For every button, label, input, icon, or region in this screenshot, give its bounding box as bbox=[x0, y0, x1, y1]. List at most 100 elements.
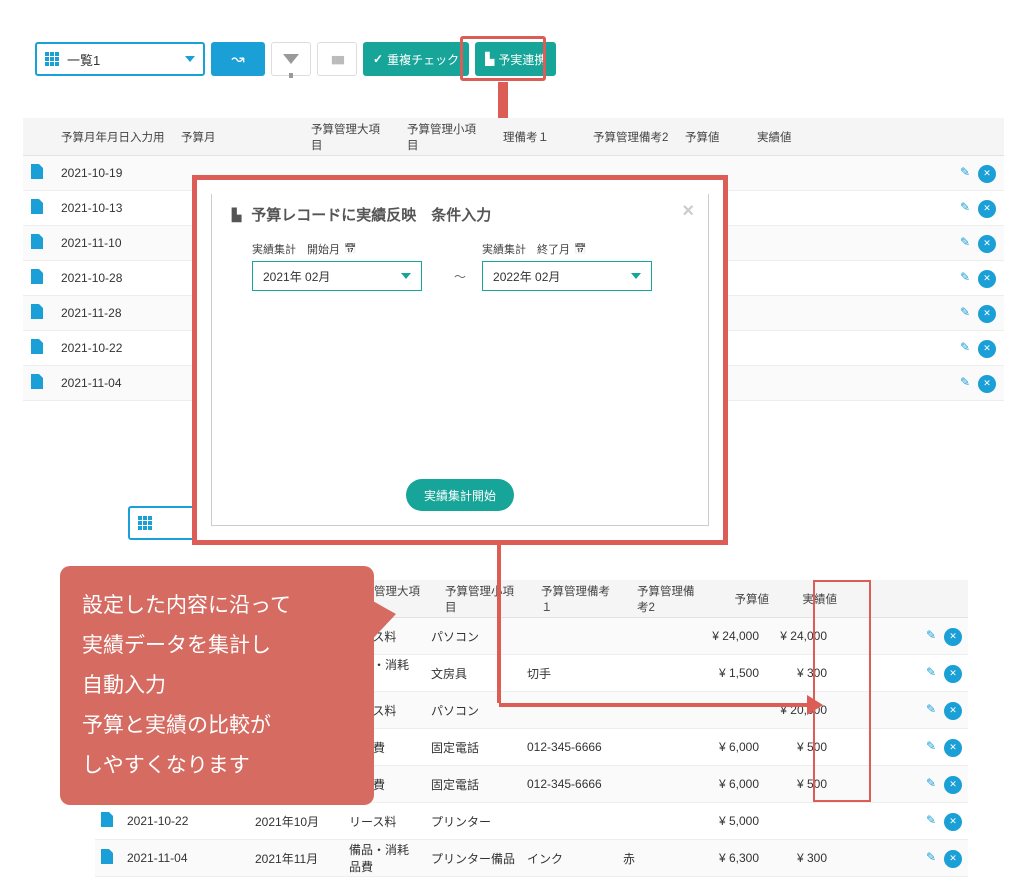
chart-toggle-button[interactable] bbox=[211, 42, 265, 76]
edit-icon[interactable] bbox=[956, 233, 974, 251]
cell-date: 2021-10-22 bbox=[121, 814, 249, 828]
table-row[interactable]: 2021-10-222021年10月リース料プリンター¥ 5,000 bbox=[95, 803, 968, 840]
col-budget: 予算値 bbox=[709, 591, 777, 607]
edit-icon[interactable] bbox=[922, 811, 940, 829]
cell-budget: ¥ 24,000 bbox=[697, 629, 765, 643]
edit-icon[interactable] bbox=[956, 163, 974, 181]
edit-icon[interactable] bbox=[922, 737, 940, 755]
view-selector-2[interactable] bbox=[128, 506, 198, 540]
col-note1: 理備考１ bbox=[495, 129, 585, 145]
cell-date: 2021-10-13 bbox=[53, 201, 173, 215]
document-icon bbox=[31, 234, 43, 249]
cell-note1: 012-345-6666 bbox=[521, 777, 617, 791]
cell-minor: 固定電話 bbox=[425, 776, 521, 793]
cell-actual: ¥ 300 bbox=[765, 666, 833, 680]
col-major: 予算管理大項目 bbox=[303, 121, 399, 153]
edit-icon[interactable] bbox=[922, 626, 940, 644]
modal: 予算レコードに実績反映 条件入力 × 実績集計 開始月 2021年 02月 〜 … bbox=[211, 194, 709, 526]
view-selector[interactable]: 一覧1 bbox=[35, 42, 205, 76]
delete-icon[interactable] bbox=[978, 270, 996, 288]
cell-note1: 切手 bbox=[521, 665, 617, 682]
delete-icon[interactable] bbox=[978, 235, 996, 253]
edit-icon[interactable] bbox=[956, 303, 974, 321]
start-month-select[interactable]: 2021年 02月 bbox=[252, 261, 422, 291]
cell-actual: ¥ 500 bbox=[765, 777, 833, 791]
line-chart-icon bbox=[231, 49, 244, 69]
cell-note1: インク bbox=[521, 850, 617, 867]
delete-icon[interactable] bbox=[978, 340, 996, 358]
edit-icon[interactable] bbox=[922, 700, 940, 718]
delete-icon[interactable] bbox=[978, 375, 996, 393]
budget-link-button[interactable]: 予実連携 bbox=[475, 42, 556, 76]
edit-icon[interactable] bbox=[922, 663, 940, 681]
run-aggregation-button[interactable]: 実績集計開始 bbox=[406, 479, 514, 511]
modal-highlight: 予算レコードに実績反映 条件入力 × 実績集計 開始月 2021年 02月 〜 … bbox=[192, 175, 728, 545]
secondary-toolbar bbox=[128, 506, 198, 540]
cell-minor: プリンター備品 bbox=[425, 850, 521, 867]
edit-icon[interactable] bbox=[956, 338, 974, 356]
arrow-right-icon bbox=[499, 703, 809, 707]
arrow-down-icon bbox=[497, 545, 501, 703]
delete-icon[interactable] bbox=[944, 739, 962, 757]
col-date-input: 予算月年月日入力用 bbox=[53, 129, 173, 145]
delete-icon[interactable] bbox=[978, 305, 996, 323]
modal-header: 予算レコードに実績反映 条件入力 × bbox=[212, 194, 708, 241]
view-label: 一覧1 bbox=[67, 50, 185, 69]
calendar-icon bbox=[574, 243, 586, 255]
delete-icon[interactable] bbox=[944, 813, 962, 831]
close-icon[interactable]: × bbox=[682, 200, 694, 223]
cell-date: 2021-10-28 bbox=[53, 271, 173, 285]
edit-icon[interactable] bbox=[922, 774, 940, 792]
start-month-field: 実績集計 開始月 2021年 02月 bbox=[252, 241, 438, 291]
edit-icon[interactable] bbox=[956, 373, 974, 391]
chevron-down-icon bbox=[631, 273, 641, 279]
grid-icon bbox=[138, 516, 154, 530]
cell-date: 2021-11-04 bbox=[53, 376, 173, 390]
delete-icon[interactable] bbox=[944, 776, 962, 794]
cell-actual: ¥ 24,000 bbox=[765, 629, 833, 643]
document-icon bbox=[101, 812, 113, 827]
col-actual: 実績値 bbox=[749, 129, 821, 145]
cell-minor: プリンター bbox=[425, 813, 521, 830]
delete-icon[interactable] bbox=[944, 665, 962, 683]
funnel-icon bbox=[283, 54, 299, 64]
document-icon bbox=[31, 304, 43, 319]
end-month-field: 実績集計 終了月 2022年 02月 bbox=[482, 241, 668, 291]
modal-title: 予算レコードに実績反映 条件入力 bbox=[251, 204, 491, 225]
document-icon bbox=[31, 164, 43, 179]
delete-icon[interactable] bbox=[944, 702, 962, 720]
toolbar: 一覧1 重複チェック 予実連携 bbox=[35, 42, 556, 76]
duplicate-check-button[interactable]: 重複チェック bbox=[363, 42, 469, 76]
table-row[interactable]: 2021-11-042021年11月備品・消耗品費プリンター備品インク赤¥ 6,… bbox=[95, 840, 968, 877]
barchart-icon bbox=[485, 52, 494, 66]
edit-icon[interactable] bbox=[956, 268, 974, 286]
cell-note1: 012-345-6666 bbox=[521, 740, 617, 754]
cell-minor: 固定電話 bbox=[425, 739, 521, 756]
check-icon bbox=[373, 52, 383, 66]
document-icon bbox=[31, 269, 43, 284]
grid-icon bbox=[45, 52, 61, 66]
col-note1: 予算管理備考１ bbox=[533, 583, 629, 615]
filter-button[interactable] bbox=[271, 42, 311, 76]
cell-note2: 赤 bbox=[617, 850, 697, 867]
col-minor: 予算管理小項目 bbox=[399, 121, 495, 153]
end-month-select[interactable]: 2022年 02月 bbox=[482, 261, 652, 291]
cell-minor: パソコン bbox=[425, 628, 521, 645]
cell-major: リース料 bbox=[343, 813, 425, 830]
edit-icon[interactable] bbox=[956, 198, 974, 216]
cell-date: 2021-11-10 bbox=[53, 236, 173, 250]
edit-icon[interactable] bbox=[922, 848, 940, 866]
bar-chart-button[interactable] bbox=[317, 42, 357, 76]
col-actual: 実績値 bbox=[777, 591, 845, 607]
delete-icon[interactable] bbox=[944, 628, 962, 646]
delete-icon[interactable] bbox=[944, 850, 962, 868]
cell-budget: ¥ 6,000 bbox=[697, 777, 765, 791]
cell-budget: ¥ 6,000 bbox=[697, 740, 765, 754]
col-budget: 予算値 bbox=[677, 129, 749, 145]
cell-actual: ¥ 500 bbox=[765, 740, 833, 754]
barchart-icon bbox=[232, 206, 241, 223]
delete-icon[interactable] bbox=[978, 200, 996, 218]
table-header: 予算月年月日入力用 予算月 予算管理大項目 予算管理小項目 理備考１ 予算管理備… bbox=[23, 118, 1004, 156]
delete-icon[interactable] bbox=[978, 165, 996, 183]
cell-date: 2021-11-04 bbox=[121, 851, 249, 865]
